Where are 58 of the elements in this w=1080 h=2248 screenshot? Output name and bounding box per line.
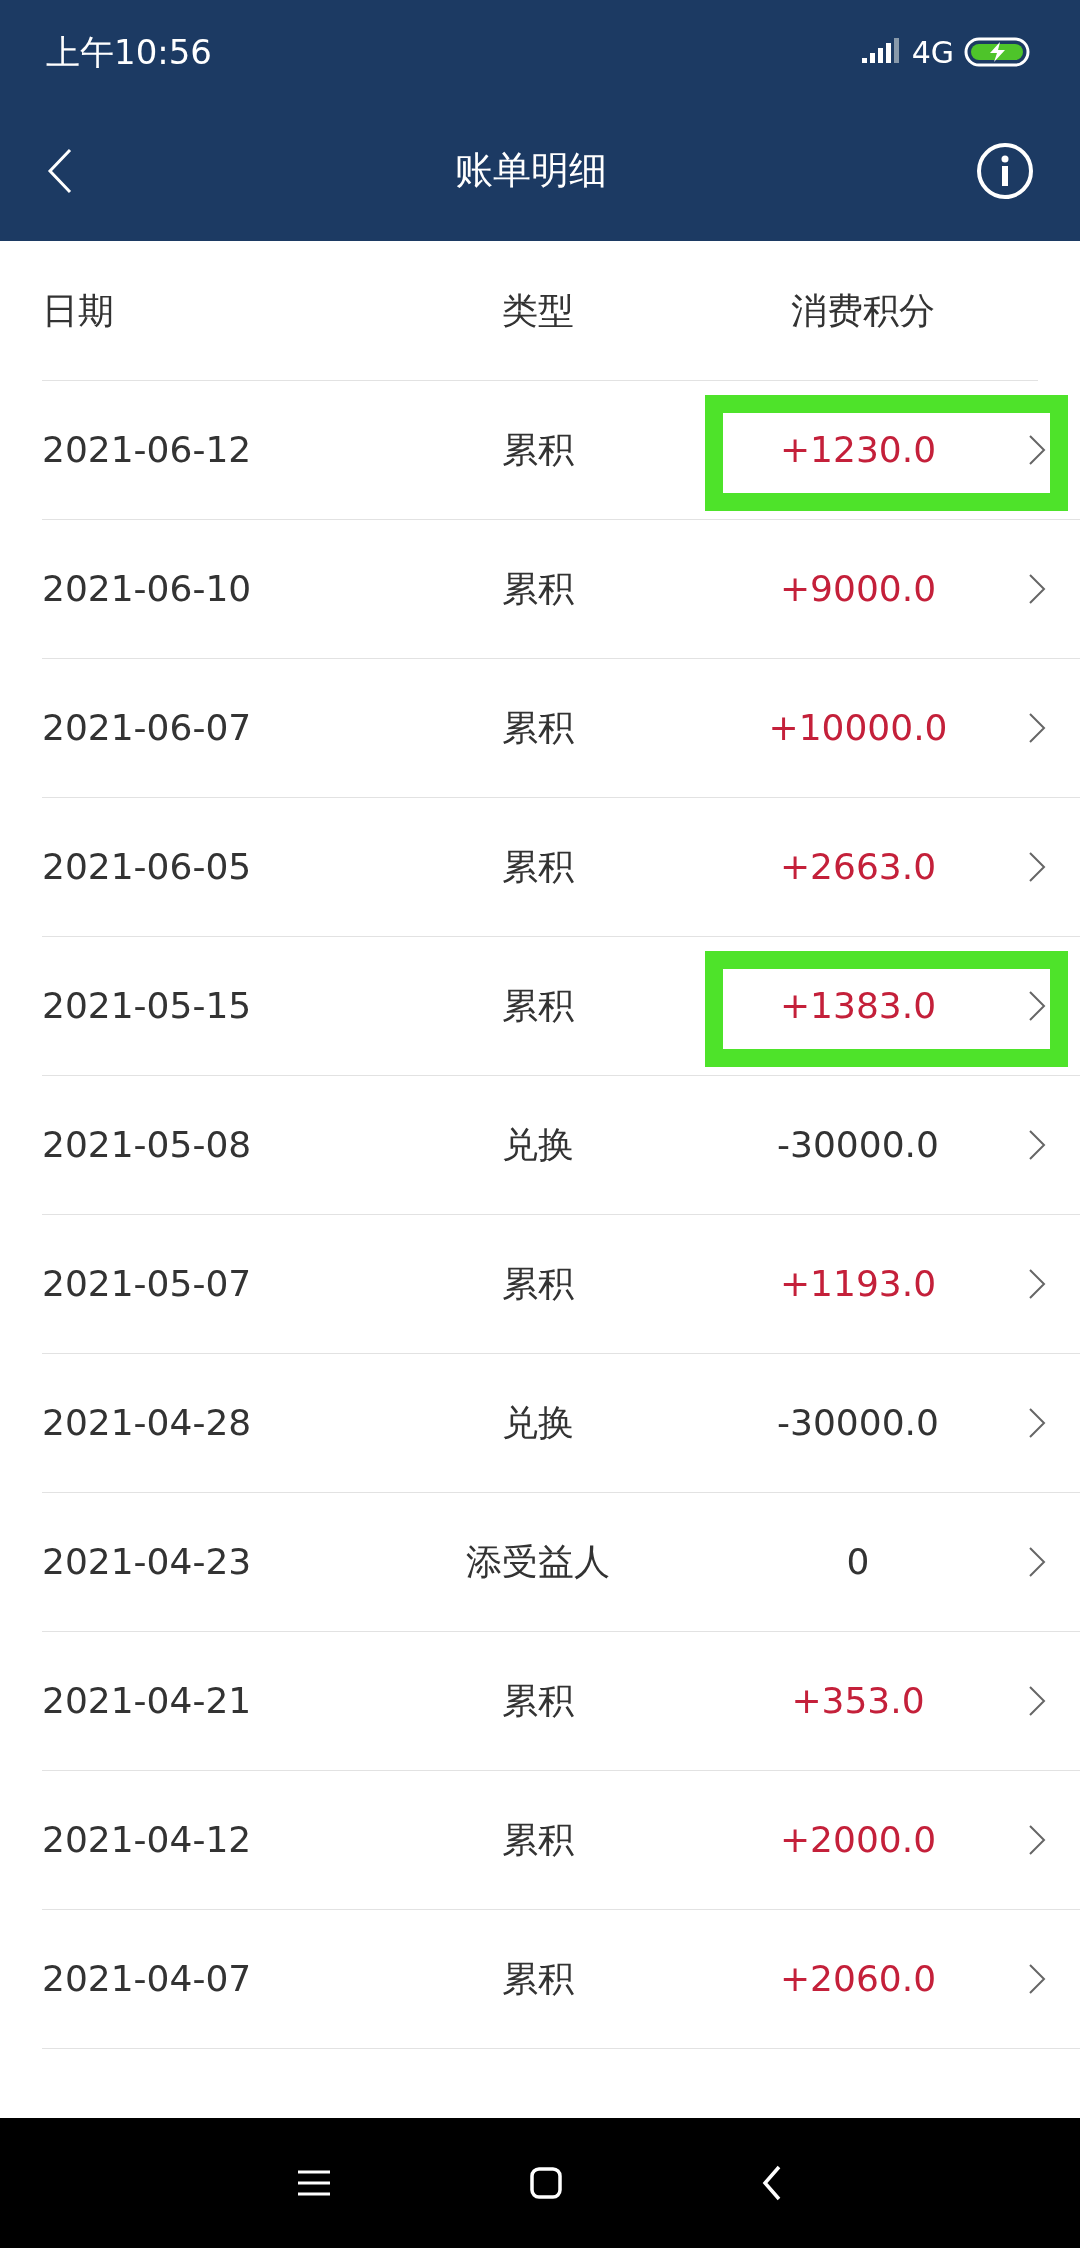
chevron-icon[interactable] bbox=[1028, 1963, 1046, 1995]
date-cell-text: 2021-06-12 bbox=[42, 428, 253, 472]
type-cell-text: 添受益人 bbox=[465, 1540, 611, 1584]
date-cell-text: 2021-04-23 bbox=[42, 1540, 253, 1584]
status-time: 上午10:56 bbox=[46, 30, 212, 74]
date-cell-text: 2021-04-07 bbox=[42, 1957, 253, 2001]
date-cell-text: 2021-04-28 bbox=[42, 1401, 253, 1445]
points-cell-text: +1230.0 bbox=[778, 428, 938, 472]
points-cell-text: +1193.0 bbox=[778, 1262, 938, 1306]
column-header: 消费积分 bbox=[790, 288, 936, 333]
network-label: 4G bbox=[911, 33, 954, 72]
date-cell-text: 2021-05-08 bbox=[42, 1123, 253, 1167]
points-cell-text: +353.0 bbox=[790, 1679, 926, 1723]
chevron-icon[interactable] bbox=[1028, 851, 1046, 883]
back-icon[interactable] bbox=[762, 2165, 782, 2201]
points-cell-text: -30000.0 bbox=[776, 1123, 940, 1167]
chevron-icon[interactable] bbox=[1028, 1129, 1046, 1161]
points-cell-text: +1383.0 bbox=[778, 984, 938, 1028]
column-header: 日期 bbox=[42, 288, 115, 333]
chevron-icon[interactable] bbox=[1028, 990, 1046, 1022]
column-header: 类型 bbox=[501, 288, 575, 333]
chevron-icon[interactable] bbox=[1028, 712, 1046, 744]
points-cell-text: +9000.0 bbox=[778, 567, 938, 611]
type-cell-text: 累积 bbox=[501, 567, 575, 611]
points-cell-text: +2000.0 bbox=[778, 1818, 938, 1862]
home-icon[interactable] bbox=[530, 2167, 562, 2199]
type-cell-text: 兑换 bbox=[501, 1123, 575, 1167]
type-cell-text: 累积 bbox=[501, 706, 575, 750]
type-cell-text: 累积 bbox=[501, 1818, 575, 1862]
date-cell-text: 2021-04-12 bbox=[42, 1818, 253, 1862]
chevron-icon[interactable] bbox=[1028, 1268, 1046, 1300]
page-title: 账单明细 bbox=[455, 147, 607, 194]
points-cell-text: +2663.0 bbox=[778, 845, 938, 889]
date-cell-text: 2021-05-15 bbox=[42, 984, 253, 1028]
type-cell-text: 累积 bbox=[501, 984, 575, 1028]
chevron-icon[interactable] bbox=[1028, 1407, 1046, 1439]
chevron-icon[interactable] bbox=[1028, 573, 1046, 605]
chevron-icon[interactable] bbox=[1028, 434, 1046, 466]
date-cell-text: 2021-06-10 bbox=[42, 567, 253, 611]
type-cell-text: 兑换 bbox=[501, 1401, 575, 1445]
date-cell-text: 2021-04-21 bbox=[42, 1679, 253, 1723]
chevron-icon[interactable] bbox=[1028, 1824, 1046, 1856]
type-cell-text: 累积 bbox=[501, 1957, 575, 2001]
chevron-icon[interactable] bbox=[1028, 1546, 1046, 1578]
date-cell-text: 2021-06-07 bbox=[42, 706, 253, 750]
type-cell-text: 累积 bbox=[501, 1679, 575, 1723]
type-cell-text: 累积 bbox=[501, 428, 575, 472]
points-cell-text: +2060.0 bbox=[778, 1957, 938, 2001]
points-cell-text: -30000.0 bbox=[776, 1401, 940, 1445]
menu-icon[interactable] bbox=[298, 2170, 330, 2196]
date-cell-text: 2021-06-05 bbox=[42, 845, 253, 889]
chevron-icon[interactable] bbox=[1028, 1685, 1046, 1717]
type-cell-text: 累积 bbox=[501, 1262, 575, 1306]
points-cell-text: +10000.0 bbox=[767, 706, 949, 750]
info-icon[interactable] bbox=[976, 141, 1034, 200]
points-cell-text: 0 bbox=[845, 1540, 871, 1584]
type-cell-text: 累积 bbox=[501, 845, 575, 889]
date-cell-text: 2021-05-07 bbox=[42, 1262, 253, 1306]
